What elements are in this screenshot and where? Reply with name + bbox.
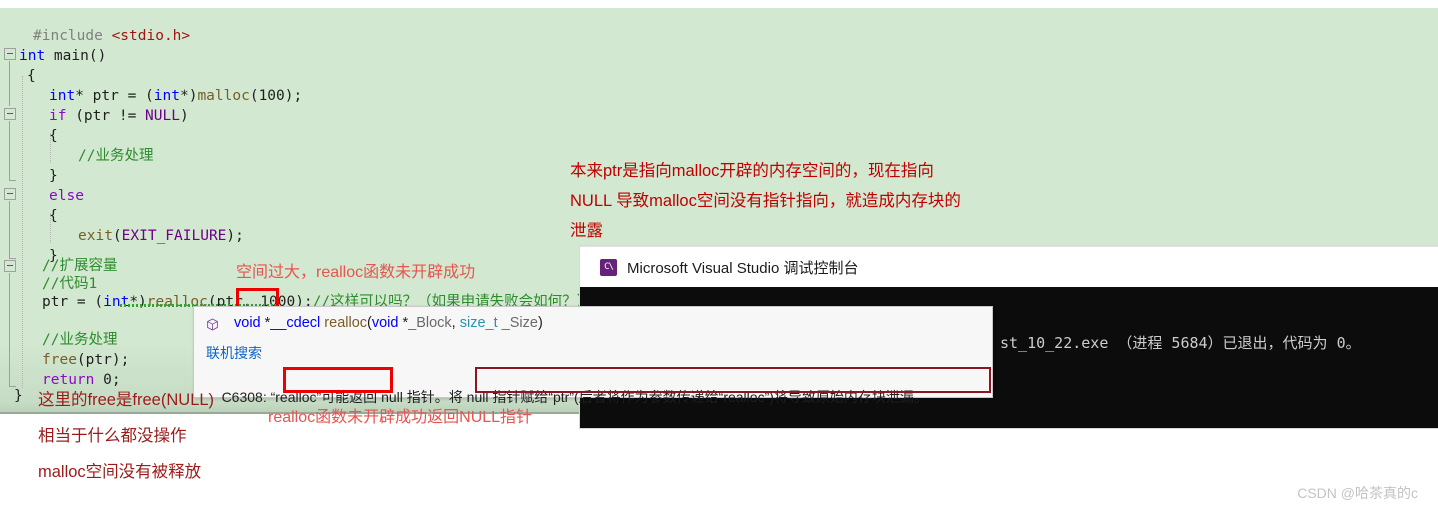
- code-token: (100);: [249, 88, 303, 104]
- annotation-realloc-too-big: 空间过大，realloc函数未开辟成功: [236, 264, 476, 281]
- signature-token: size_t: [459, 315, 498, 331]
- code-token: }: [14, 388, 23, 404]
- console-title-bar[interactable]: C\ Microsoft Visual Studio 调试控制台: [580, 246, 1438, 287]
- highlight-box-null-return: [283, 367, 393, 393]
- outline-vertical-line: [9, 61, 10, 106]
- code-line: {: [49, 206, 58, 226]
- annotation-line: 这里的free是free(NULL): [38, 391, 215, 409]
- error-code: C6308:: [221, 389, 271, 405]
- code-token: *): [129, 294, 147, 310]
- code-token: else: [49, 188, 84, 204]
- console-title-text: Microsoft Visual Studio 调试控制台: [627, 259, 859, 277]
- code-line: //业务处理: [42, 330, 117, 350]
- outline-vertical-line: [9, 121, 10, 181]
- code-token: ptr = (: [42, 294, 104, 310]
- csdn-watermark: CSDN @哈茶真的c: [1297, 485, 1418, 501]
- code-line: int* ptr = (int*)malloc(100);: [49, 86, 302, 106]
- code-token: //业务处理: [42, 332, 118, 348]
- code-line: int main(): [19, 46, 106, 66]
- online-search-link[interactable]: 联机搜索: [206, 343, 262, 363]
- outline-tick: [9, 180, 16, 181]
- annotation-line: 相当于什么都没操作: [38, 427, 187, 445]
- code-token: int: [19, 48, 46, 64]
- outline-collapse-main[interactable]: [4, 48, 16, 60]
- signature-token: __cdecl: [270, 315, 321, 331]
- annotation-realloc-returns-null: realloc函数未开辟成功返回NULL指针: [268, 409, 533, 426]
- tooltip-signature: void *__cdecl realloc(void *_Block, size…: [206, 315, 543, 331]
- signature-token: void: [234, 315, 261, 331]
- annotation-free-null-block: 这里的free是free(NULL) 相当于什么都没操作 malloc空间没有被…: [38, 385, 215, 481]
- annotation-line: NULL 导致malloc空间没有指针指向，就造成内存块的: [570, 192, 961, 210]
- code-token: int: [103, 294, 130, 310]
- outline-tick: [9, 258, 16, 259]
- intellisense-tooltip[interactable]: void *__cdecl realloc(void *_Block, size…: [193, 306, 993, 405]
- code-token: exit: [78, 228, 113, 244]
- code-token: * ptr = (: [75, 88, 154, 104]
- code-token: <stdio.h>: [111, 28, 191, 44]
- code-line: #include <stdio.h>: [33, 26, 190, 46]
- console-output-line: st_10_22.exe （进程 5684）已退出，代码为 0。: [1000, 334, 1361, 352]
- code-token: main(): [45, 48, 107, 64]
- code-line: //代码1: [42, 274, 97, 294]
- code-token: *): [179, 88, 198, 104]
- code-token: {: [27, 68, 36, 84]
- code-token: }: [49, 168, 58, 184]
- indent-guide: [22, 76, 23, 388]
- code-token: NULL: [145, 108, 180, 124]
- signature-token: _Block: [408, 315, 452, 331]
- code-line: }: [14, 386, 23, 406]
- code-token: int: [153, 88, 180, 104]
- code-token: int: [49, 88, 76, 104]
- code-line: {: [49, 126, 58, 146]
- signature-token: ,: [451, 315, 460, 331]
- code-line: //业务处理: [78, 146, 153, 166]
- code-token: if: [49, 108, 67, 124]
- highlight-box-null-assign: [475, 367, 991, 393]
- code-token: //业务处理: [78, 148, 154, 164]
- code-token: //扩展容量: [42, 258, 118, 274]
- code-line: {: [27, 66, 36, 86]
- code-token: {: [49, 208, 58, 224]
- annotation-line: 本来ptr是指向malloc开辟的内存空间的，现在指向: [570, 162, 934, 180]
- signature-token: *: [260, 315, 271, 331]
- signature-token: ): [537, 315, 543, 331]
- code-line: //扩展容量: [42, 256, 117, 276]
- annotation-line: 泄露: [570, 222, 603, 240]
- outline-collapse-region[interactable]: [4, 260, 16, 272]
- code-token: #include: [33, 28, 112, 44]
- code-token: EXIT_FAILURE: [121, 228, 227, 244]
- code-line: else: [49, 186, 84, 206]
- code-line: exit(EXIT_FAILURE);: [78, 226, 244, 246]
- outline-vertical-line: [9, 273, 10, 386]
- signature-token: void: [371, 315, 399, 331]
- outline-collapse-else[interactable]: [4, 188, 16, 200]
- code-token: );: [226, 228, 244, 244]
- signature-token: _Size: [501, 315, 538, 331]
- code-token: free: [42, 352, 77, 368]
- code-token: {: [49, 128, 58, 144]
- code-token: ): [179, 108, 189, 124]
- code-token: (ptr);: [76, 352, 130, 368]
- signature-token: realloc: [324, 315, 368, 331]
- signature-token: *: [398, 315, 409, 331]
- code-line: }: [49, 166, 58, 186]
- annotation-ptr-explanation: 本来ptr是指向malloc开辟的内存空间的，现在指向 NULL 导致mallo…: [570, 156, 961, 246]
- outline-collapse-if[interactable]: [4, 108, 16, 120]
- code-token: (: [112, 228, 122, 244]
- code-token: //代码1: [42, 276, 98, 292]
- code-line: if (ptr != NULL): [49, 106, 189, 126]
- code-token: malloc: [197, 88, 250, 104]
- code-token: (ptr !=: [66, 108, 146, 124]
- outline-vertical-line: [9, 201, 10, 259]
- annotation-line: malloc空间没有被释放: [38, 463, 202, 481]
- console-app-icon: C\: [600, 258, 617, 276]
- code-line: free(ptr);: [42, 350, 129, 370]
